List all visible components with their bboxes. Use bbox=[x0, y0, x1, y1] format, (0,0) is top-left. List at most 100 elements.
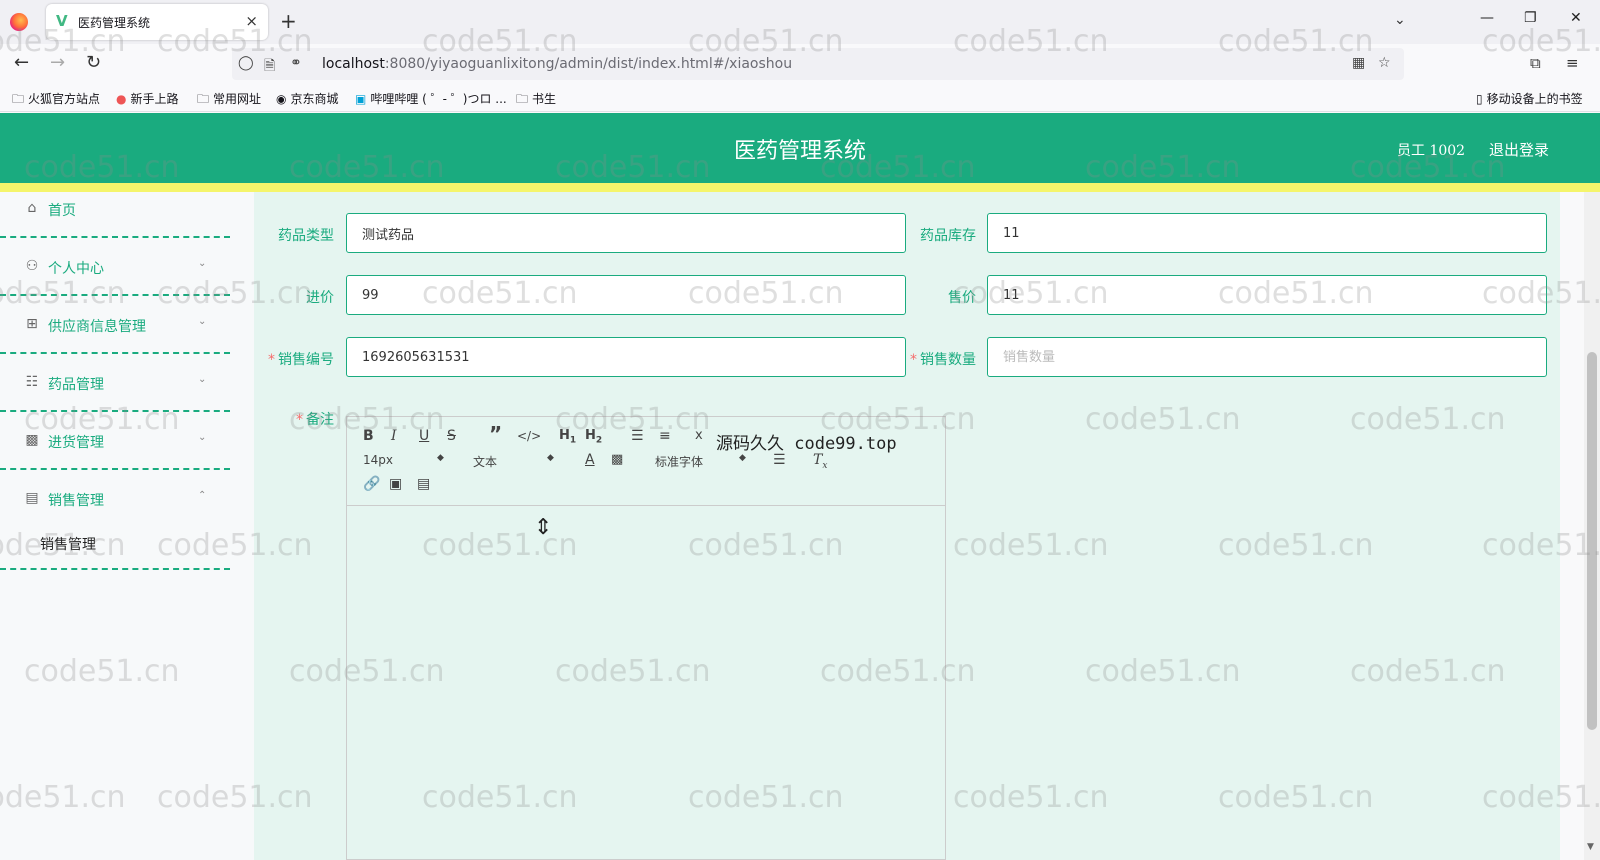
shield-icon[interactable]: ◯ bbox=[238, 55, 254, 71]
user-label: 员工 1002 bbox=[1397, 143, 1466, 159]
sidebar-item-supplier[interactable]: ⊞ 供应商信息管理 ⌄ bbox=[0, 296, 230, 354]
underline-icon[interactable]: U bbox=[419, 427, 429, 445]
sale-price-field[interactable] bbox=[987, 275, 1547, 315]
tab-close-button[interactable]: × bbox=[245, 12, 258, 30]
remark-label: * 备注 bbox=[284, 409, 334, 429]
globe-icon: ◉ bbox=[276, 92, 287, 106]
page-title: 医药管理系统 bbox=[733, 139, 866, 164]
chevron-down-icon: ⌄ bbox=[198, 374, 207, 385]
sale-qty-input[interactable] bbox=[987, 337, 1547, 377]
background-color-icon[interactable]: ▩ bbox=[611, 451, 623, 469]
url-path: :8080/yiyaoguanlixitong/admin/dist/index… bbox=[384, 56, 793, 72]
sidebar-item-purchase[interactable]: ▩ 进货管理 ⌄ bbox=[0, 412, 230, 470]
sidebar: ⌂ 首页 ⚇ 个人中心 ⌄ ⊞ 供应商信息管理 ⌄ ☷ 药品管理 ⌄ ▩ 进货管… bbox=[0, 192, 254, 860]
sidebar-item-label: 供应商信息管理 bbox=[48, 319, 146, 335]
browser-nav-bar: ← → ↻ ◯ 🗎 ⚭ localhost:8080/yiyaoguanlixi… bbox=[0, 44, 1600, 84]
reload-icon[interactable]: ↻ bbox=[86, 52, 101, 74]
sale-no-field[interactable] bbox=[346, 337, 906, 377]
text-style-value: 文本 bbox=[473, 455, 498, 469]
sidebar-item-label: 进货管理 bbox=[48, 435, 104, 451]
scroll-down-icon[interactable]: ▼ bbox=[1587, 842, 1594, 852]
sidebar-item-label: 销售管理 bbox=[48, 493, 104, 509]
sidebar-item-home[interactable]: ⌂ 首页 bbox=[0, 192, 230, 238]
strike-icon[interactable]: S bbox=[447, 427, 456, 445]
new-tab-button[interactable]: + bbox=[280, 10, 297, 32]
browser-tab[interactable]: V 医药管理系统 × bbox=[46, 4, 268, 40]
bookmark-label: 火狐官方站点 bbox=[28, 92, 101, 106]
scrollbar[interactable]: ▼ bbox=[1584, 192, 1600, 860]
bookmark-label: 常用网址 bbox=[213, 92, 262, 106]
remark-label-text: 备注 bbox=[306, 412, 334, 428]
extensions-icon[interactable]: ⧉ bbox=[1530, 52, 1541, 74]
clear-format-icon[interactable]: Tx bbox=[813, 451, 827, 475]
italic-icon[interactable]: I bbox=[391, 427, 397, 445]
subscript-icon[interactable]: x bbox=[695, 427, 703, 445]
mobile-icon: ▯ bbox=[1476, 92, 1483, 106]
chevron-down-icon: ⌄ bbox=[198, 316, 207, 327]
video-icon[interactable]: ▤ bbox=[417, 475, 430, 493]
scrollbar-thumb[interactable] bbox=[1587, 352, 1597, 730]
bookmark-item[interactable]: 🗀 常用网址 bbox=[197, 90, 261, 111]
bookmark-item[interactable]: ● 新手上路 bbox=[116, 90, 179, 107]
drug-type-label: 药品类型 bbox=[278, 228, 334, 244]
chevron-down-icon[interactable]: ⌄ bbox=[1394, 12, 1406, 28]
ticket-icon: ▤ bbox=[25, 490, 39, 506]
font-family-value: 标准字体 bbox=[655, 455, 704, 469]
sidebar-item-drugs[interactable]: ☷ 药品管理 ⌄ bbox=[0, 354, 230, 412]
chevron-up-icon: ⌃ bbox=[198, 490, 207, 501]
url-text[interactable]: localhost:8080/yiyaoguanlixitong/admin/d… bbox=[322, 56, 792, 72]
url-bar[interactable]: ◯ 🗎 ⚭ localhost:8080/yiyaoguanlixitong/a… bbox=[232, 48, 1404, 80]
h2-icon[interactable]: H2 bbox=[585, 427, 602, 450]
url-host: localhost bbox=[322, 56, 385, 72]
menu-icon[interactable]: ≡ bbox=[1566, 52, 1579, 74]
browser-tab-bar: V 医药管理系统 × + ⌄ — ❐ ✕ bbox=[0, 0, 1600, 44]
restore-button[interactable]: ❐ bbox=[1524, 10, 1537, 26]
chart-icon: ▩ bbox=[25, 432, 39, 448]
bookmark-item[interactable]: ▣ 哔哩哔哩 ( ゜- ゜)つロ ... bbox=[355, 90, 507, 107]
star-icon[interactable]: ☆ bbox=[1378, 55, 1391, 71]
firefox-icon: ● bbox=[116, 92, 127, 106]
font-family-select[interactable]: 标准字体 ◆ bbox=[655, 453, 751, 470]
permissions-icon[interactable]: ⚭ bbox=[290, 55, 302, 71]
tab-title: 医药管理系统 bbox=[78, 16, 151, 30]
drug-type-field[interactable] bbox=[346, 213, 906, 253]
sidebar-item-personal[interactable]: ⚇ 个人中心 ⌄ bbox=[0, 238, 230, 296]
bold-icon[interactable]: B bbox=[363, 427, 374, 445]
sale-price-label: 售价 bbox=[948, 290, 976, 306]
text-style-select[interactable]: 文本 ◆ bbox=[473, 453, 563, 470]
forward-arrow-icon[interactable]: → bbox=[50, 52, 65, 74]
bookmark-item[interactable]: 🗀 书生 bbox=[516, 90, 556, 111]
folder-icon: 🗀 bbox=[516, 92, 529, 106]
sidebar-item-sales[interactable]: ▤ 销售管理 ⌃ bbox=[0, 470, 230, 528]
minimize-button[interactable]: — bbox=[1480, 10, 1494, 26]
chevron-down-icon: ⌄ bbox=[198, 258, 207, 269]
stock-field[interactable] bbox=[987, 213, 1547, 253]
font-color-icon[interactable]: A bbox=[585, 451, 595, 469]
ordered-list-icon[interactable]: ☰ bbox=[631, 427, 644, 445]
h1-icon[interactable]: H1 bbox=[559, 427, 576, 450]
mobile-bookmarks[interactable]: ▯ 移动设备上的书签 bbox=[1476, 90, 1583, 107]
purchase-price-field[interactable] bbox=[346, 275, 906, 315]
home-icon: ⌂ bbox=[27, 200, 37, 216]
back-arrow-icon[interactable]: ← bbox=[14, 52, 29, 74]
app-header: 医药管理系统 员工 1002 退出登录 bbox=[0, 113, 1600, 183]
image-icon[interactable]: ▣ bbox=[389, 475, 402, 493]
close-window-button[interactable]: ✕ bbox=[1570, 10, 1582, 26]
sidebar-item-label: 药品管理 bbox=[48, 377, 104, 393]
logout-button[interactable]: 退出登录 bbox=[1489, 139, 1549, 160]
link-icon[interactable]: 🔗 bbox=[363, 475, 380, 493]
required-mark: * bbox=[296, 412, 303, 428]
bullet-list-icon[interactable]: ≡ bbox=[659, 427, 671, 445]
font-size-select[interactable]: 14px ◆ bbox=[363, 453, 453, 467]
stock-label: 药品库存 bbox=[920, 228, 976, 244]
header-accent-strip bbox=[0, 183, 1600, 192]
page-icon[interactable]: 🗎 bbox=[264, 55, 275, 79]
folder-icon: 🗀 bbox=[197, 92, 210, 106]
sidebar-subitem-sales[interactable]: 销售管理 bbox=[0, 522, 230, 570]
code-icon[interactable]: </> bbox=[517, 427, 541, 445]
select-caret-icon: ◆ bbox=[437, 453, 444, 463]
bookmark-item[interactable]: 🗀 火狐官方站点 bbox=[12, 90, 100, 111]
qr-code-icon[interactable]: ▦ bbox=[1352, 55, 1365, 71]
bookmark-item[interactable]: ◉ 京东商城 bbox=[276, 90, 339, 107]
quote-icon[interactable]: ” bbox=[489, 424, 502, 444]
